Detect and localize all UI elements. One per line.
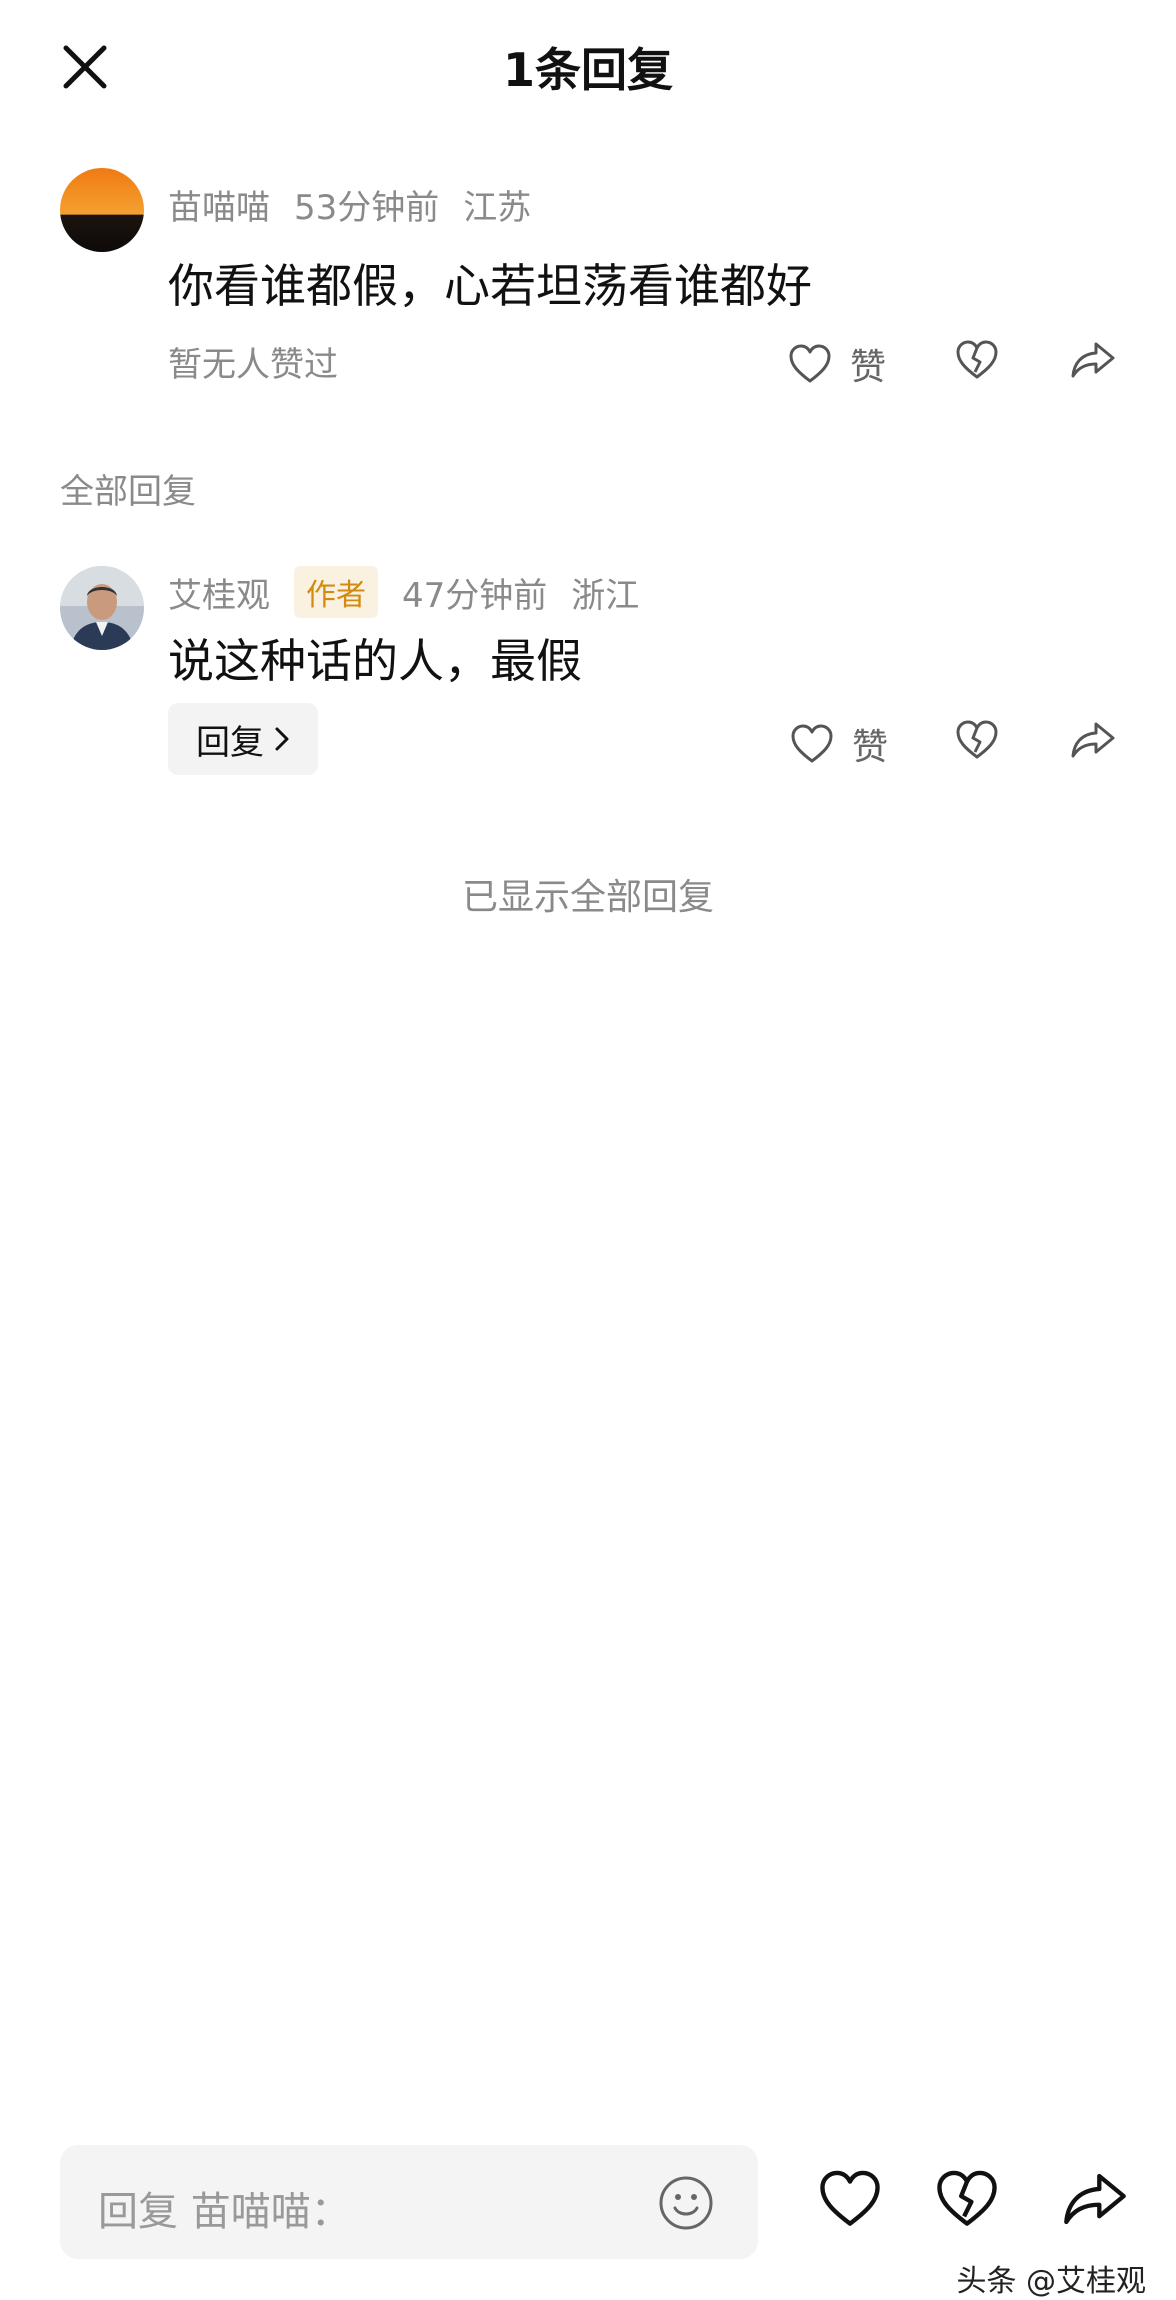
broken-heart-icon: [956, 340, 998, 379]
chevron-right-icon: [274, 726, 290, 752]
reply-input[interactable]: 回复 苗喵喵：: [60, 2145, 758, 2259]
bottom-share-button[interactable]: [1062, 2170, 1128, 2228]
avatar[interactable]: [60, 168, 144, 252]
like-label: 赞: [850, 347, 887, 388]
bottom-dislike-button[interactable]: [935, 2170, 999, 2228]
reply-share-button[interactable]: [1070, 720, 1116, 760]
reply-input-placeholder: 回复 苗喵喵：: [98, 2189, 351, 2235]
watermark: 头条 @艾桂观: [956, 2264, 1146, 2299]
reply-like-button[interactable]: 赞: [790, 718, 888, 770]
reply-meta: 艾桂观 作者 47分钟前 浙江: [168, 566, 663, 618]
reply-time: 47分钟前: [402, 576, 548, 616]
like-label: 赞: [852, 727, 889, 768]
emoji-icon: [659, 2176, 713, 2230]
emoji-button[interactable]: [658, 2175, 714, 2231]
reply-text: 说这种话的人，最假: [168, 634, 582, 688]
reply-username[interactable]: 艾桂观: [168, 576, 270, 616]
comment-location: 江苏: [463, 188, 532, 228]
author-badge: 作者: [294, 566, 378, 618]
heart-icon: [788, 344, 832, 384]
all-replies-label: 全部回复: [60, 472, 196, 512]
reply-dislike-button[interactable]: [955, 720, 999, 760]
comment-share-button[interactable]: [1070, 340, 1116, 380]
all-replies-shown-text: 已显示全部回复: [461, 877, 714, 918]
comment-username[interactable]: 苗喵喵: [168, 188, 270, 228]
broken-heart-icon: [956, 720, 998, 759]
share-icon: [1071, 342, 1115, 378]
comment-text: 你看谁都假，心若坦荡看谁都好: [168, 259, 812, 313]
avatar[interactable]: [60, 566, 144, 650]
reply-button[interactable]: 回复: [168, 703, 318, 775]
page-title: 1条回复: [502, 43, 673, 97]
heart-icon: [820, 2170, 880, 2226]
comment-like-button[interactable]: 赞: [788, 338, 886, 390]
reply-button-label: 回复: [196, 722, 264, 763]
comment-likes-status: 暂无人赞过: [168, 345, 338, 385]
share-icon: [1064, 2173, 1126, 2225]
reply-location: 浙江: [571, 576, 640, 616]
comment-meta: 苗喵喵 53分钟前 江苏: [168, 180, 555, 229]
heart-icon: [790, 724, 834, 764]
comment-time: 53分钟前: [294, 188, 440, 228]
comment-dislike-button[interactable]: [955, 340, 999, 380]
bottom-like-button[interactable]: [818, 2170, 882, 2228]
broken-heart-icon: [937, 2170, 997, 2226]
share-icon: [1071, 722, 1115, 758]
